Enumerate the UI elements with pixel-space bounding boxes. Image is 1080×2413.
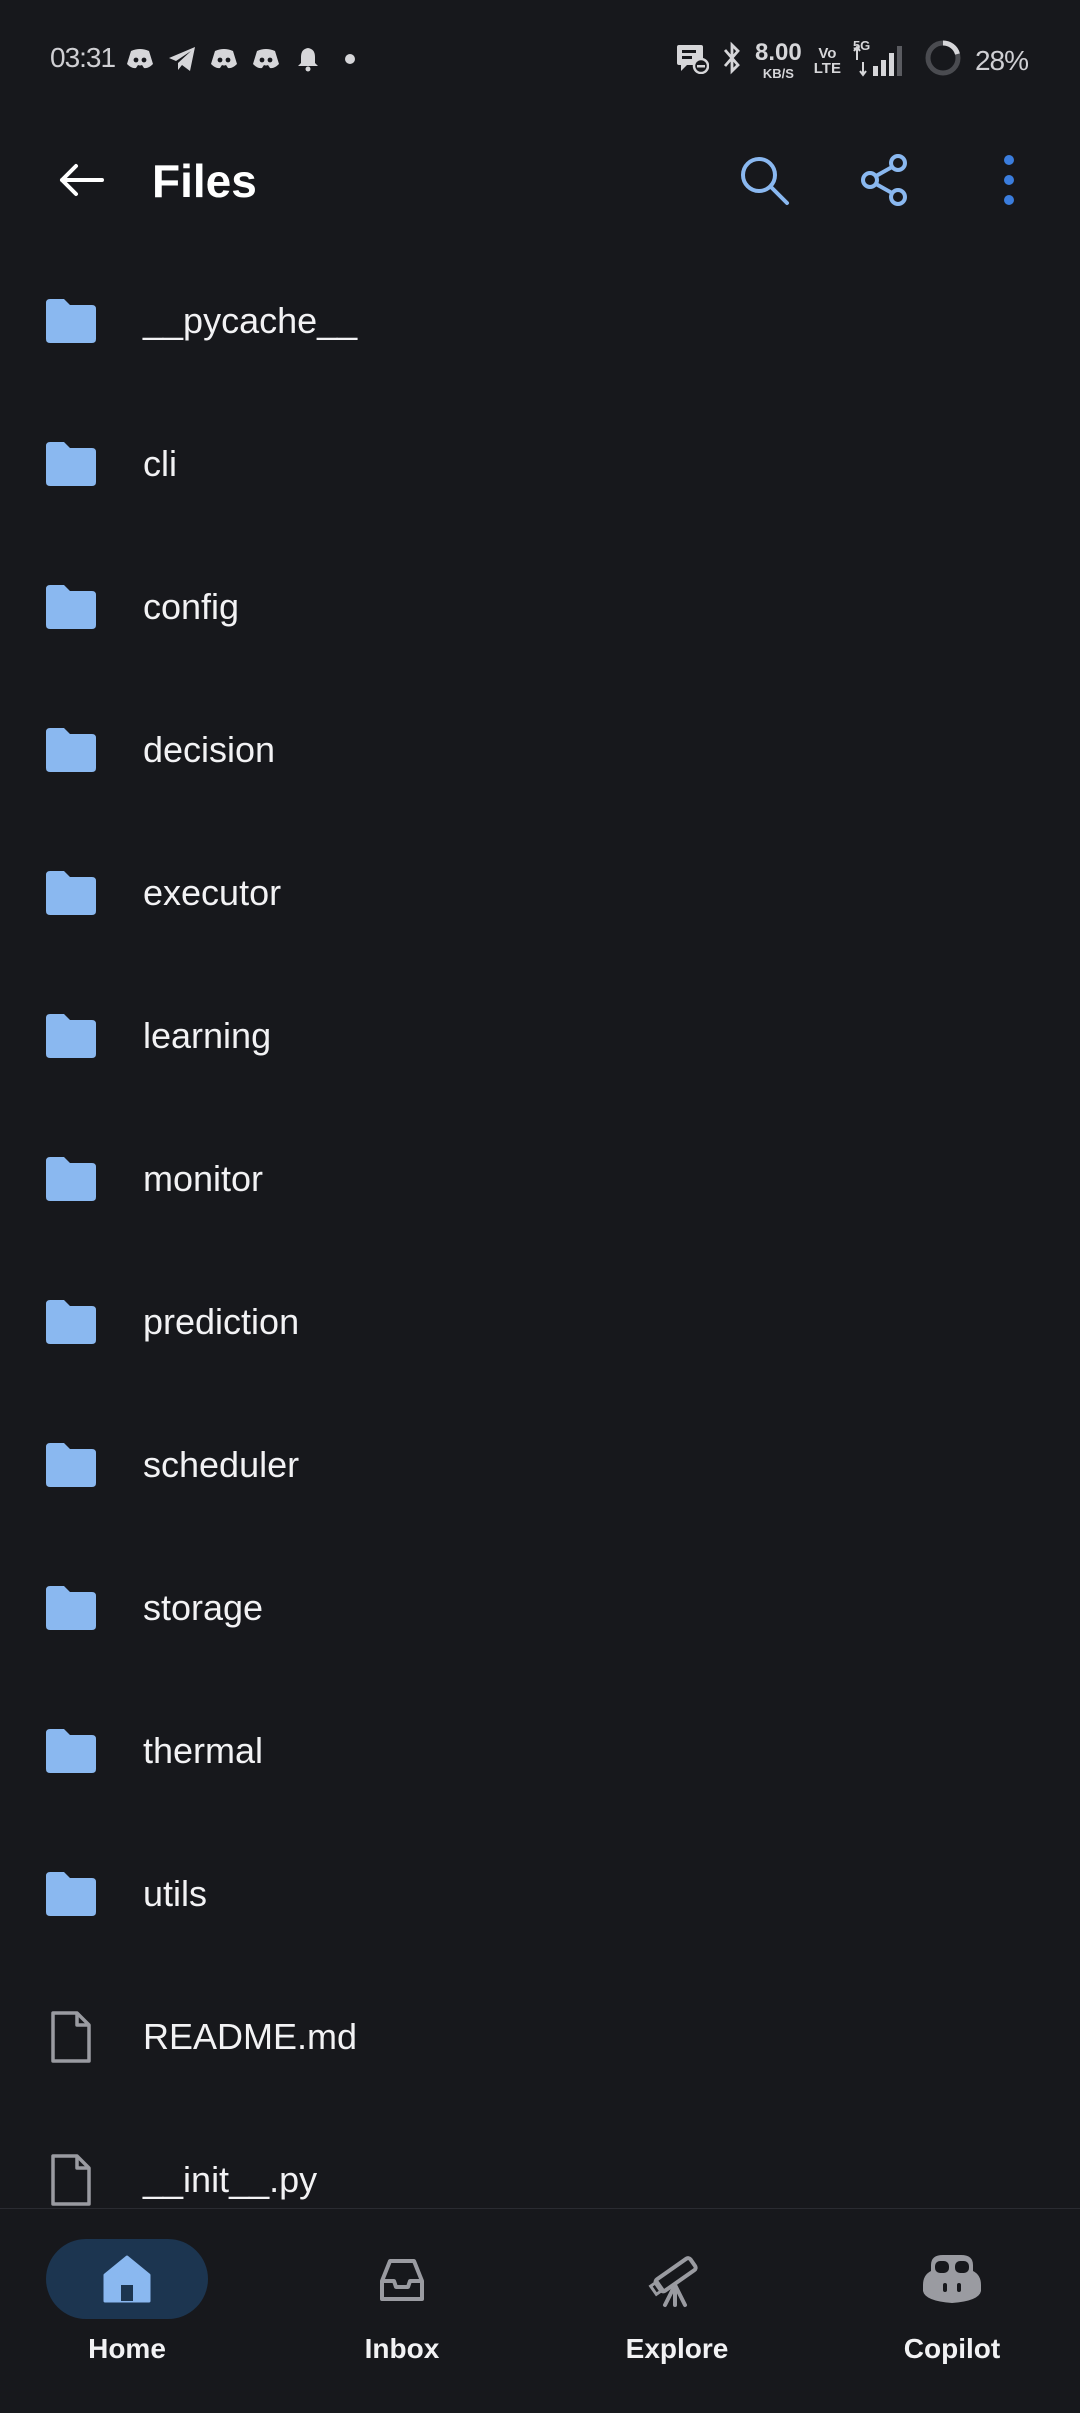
folder-row[interactable]: executor [0, 824, 1080, 967]
folder-row[interactable]: prediction [0, 1253, 1080, 1396]
file-row[interactable]: README.md [0, 1968, 1080, 2111]
folder-icon [44, 1295, 98, 1349]
folder-icon [44, 1152, 98, 1206]
app-bar: Files [0, 124, 1080, 236]
system-icons: 8.00 KB/S Vo LTE 5G 28% [675, 38, 1029, 83]
item-name: thermal [143, 1730, 264, 1771]
status-bar: 03:31 8.00 KB/S Vo LTE 5G 28% [0, 0, 1080, 124]
item-name: storage [143, 1587, 264, 1628]
arrow-left-icon [60, 164, 104, 196]
folder-row[interactable]: decision [0, 681, 1080, 824]
item-name: monitor [143, 1158, 264, 1199]
folder-icon [44, 1438, 98, 1492]
folder-row[interactable]: __pycache__ [0, 252, 1080, 395]
battery-percent: 28% [974, 44, 1029, 76]
folder-row[interactable]: thermal [0, 1682, 1080, 1825]
search-icon [741, 157, 789, 205]
folder-icon [44, 1009, 98, 1063]
folder-row[interactable]: config [0, 538, 1080, 681]
folder-icon [44, 1581, 98, 1635]
nav-label: Explore [625, 2333, 729, 2364]
discord-icon [251, 44, 281, 74]
share-button[interactable] [851, 146, 919, 214]
nav-home[interactable]: Home [17, 2239, 237, 2389]
item-name: utils [143, 1873, 208, 1914]
folder-row[interactable]: cli [0, 395, 1080, 538]
folder-icon [44, 1724, 98, 1778]
signal-icon: 5G [853, 38, 911, 78]
folder-icon [44, 1867, 98, 1921]
item-name: config [143, 586, 240, 627]
folder-icon [44, 437, 98, 491]
copilot-icon [923, 2255, 981, 2303]
item-name: __pycache__ [143, 300, 358, 341]
nav-label: Copilot [903, 2333, 1001, 2364]
nav-pill [871, 2239, 1033, 2319]
item-name: decision [143, 729, 276, 770]
folder-icon [44, 294, 98, 348]
nav-label: Inbox [364, 2333, 440, 2364]
nav-inbox[interactable]: Inbox [292, 2239, 512, 2389]
discord-icon [125, 44, 155, 74]
bell-icon [293, 44, 323, 74]
item-name: README.md [143, 2016, 358, 2057]
share-icon [861, 154, 907, 206]
item-name: prediction [143, 1301, 300, 1342]
nav-explore[interactable]: Explore [567, 2239, 787, 2389]
telegram-icon [167, 44, 197, 74]
dot-icon [335, 44, 365, 74]
home-icon [103, 2255, 151, 2303]
item-name: learning [143, 1015, 272, 1056]
item-name: scheduler [143, 1444, 300, 1485]
file-icon [44, 2153, 98, 2207]
network-type: 5G [852, 37, 871, 53]
nav-pill [321, 2239, 483, 2319]
bottom-navigation: Home Inbox Explore Copilot [0, 2208, 1080, 2413]
nav-pill [596, 2239, 758, 2319]
volte-indicator: Vo LTE [813, 44, 841, 77]
folder-row[interactable]: utils [0, 1825, 1080, 1968]
page-title: Files [152, 155, 257, 207]
folder-row[interactable]: monitor [0, 1110, 1080, 1253]
folder-icon [44, 866, 98, 920]
nav-pill [46, 2239, 208, 2319]
telescope-icon [648, 2256, 698, 2307]
folder-icon [44, 723, 98, 777]
bluetooth-icon [721, 41, 743, 80]
inbox-icon [380, 2259, 424, 2301]
network-speed: 8.00 KB/S [755, 39, 802, 81]
folder-icon [44, 580, 98, 634]
more-vert-icon [1004, 155, 1014, 205]
nav-label: Home [88, 2333, 166, 2364]
status-time: 03:31 [50, 42, 116, 73]
file-icon [44, 2010, 98, 2064]
item-name: __init__.py [143, 2159, 318, 2200]
file-list: __pycache__cli config decision executor lear… [0, 252, 1080, 2254]
search-button[interactable] [730, 146, 798, 214]
more-options-button[interactable] [975, 146, 1043, 214]
battery-ring-icon [923, 38, 963, 83]
discord-icon [209, 44, 239, 74]
folder-row[interactable]: storage [0, 1539, 1080, 1682]
message-blocked-icon [675, 42, 710, 79]
folder-row[interactable]: scheduler [0, 1396, 1080, 1539]
item-name: cli [143, 443, 177, 484]
notification-icons [125, 44, 365, 74]
item-name: executor [143, 872, 282, 913]
nav-copilot[interactable]: Copilot [842, 2239, 1062, 2389]
folder-row[interactable]: learning [0, 967, 1080, 1110]
back-button[interactable] [50, 154, 114, 206]
